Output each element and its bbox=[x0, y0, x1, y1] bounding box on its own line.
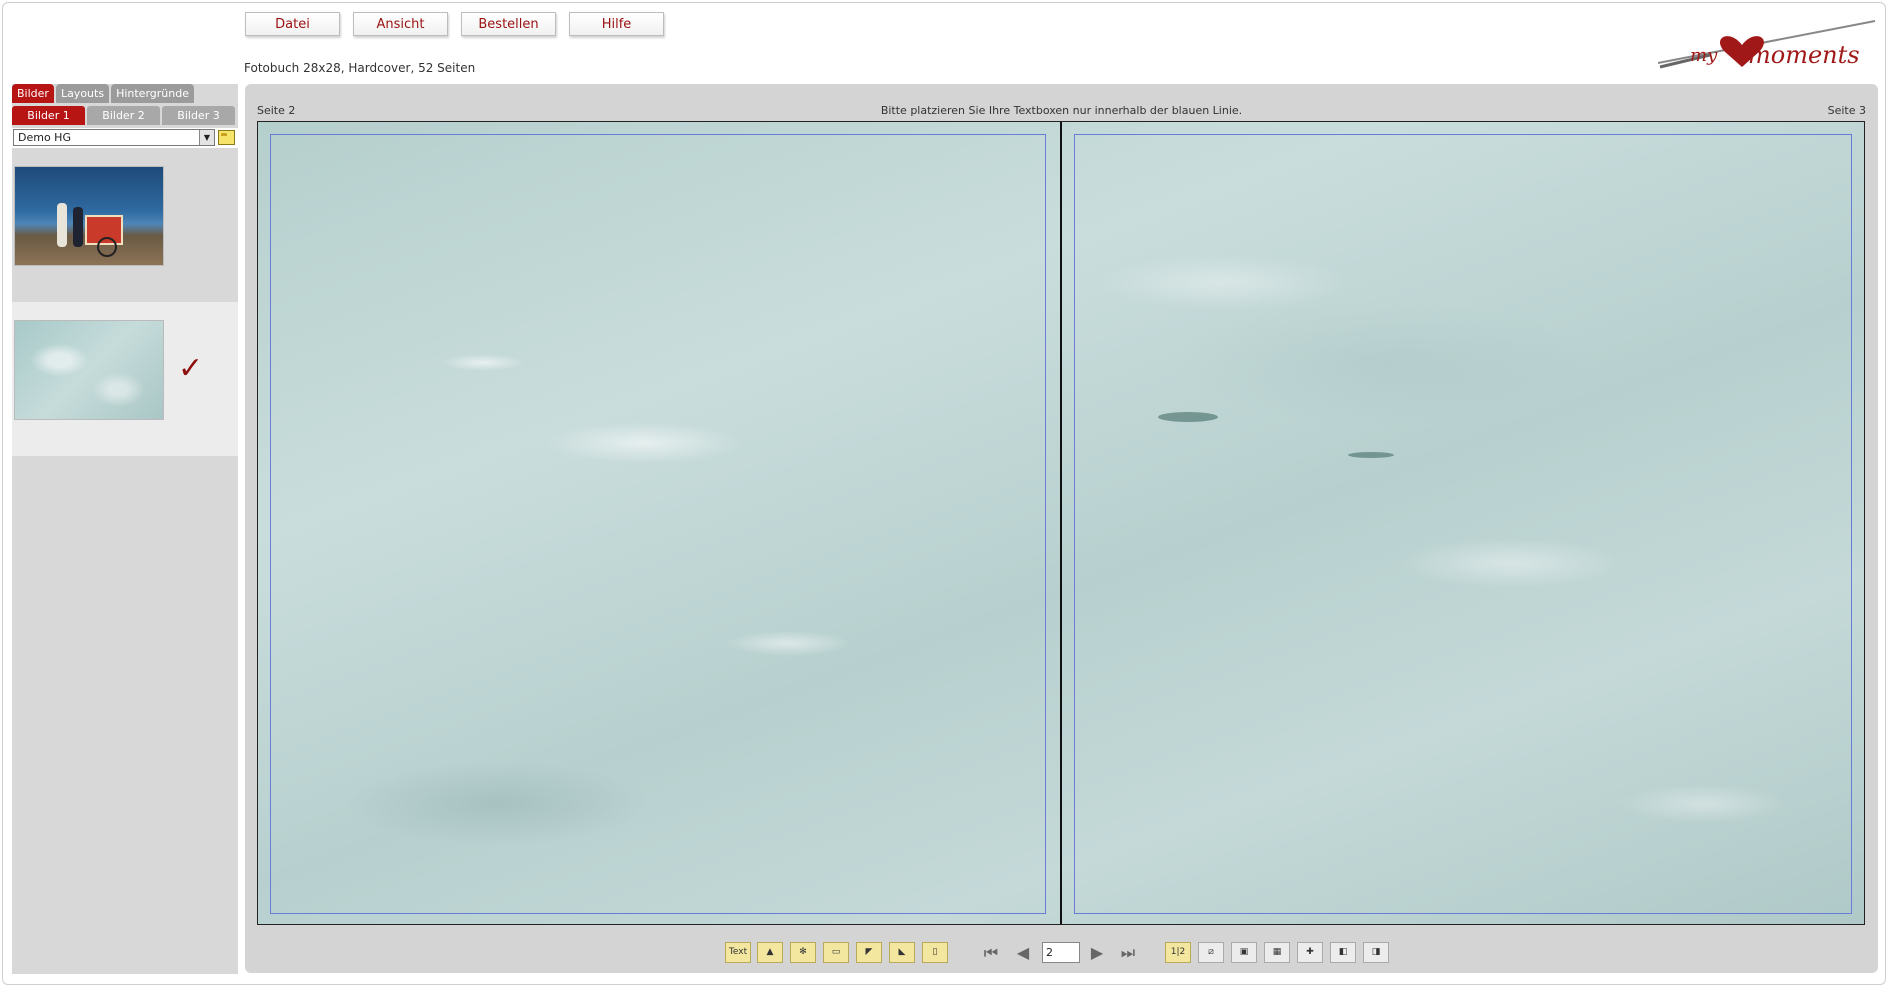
water-shadow bbox=[1348, 452, 1394, 458]
fit-image-icon[interactable]: ▣ bbox=[1231, 942, 1257, 963]
beach-photo-thumbnail[interactable] bbox=[14, 166, 164, 266]
textbox-hint: Bitte platzieren Sie Ihre Textboxen nur … bbox=[880, 104, 1243, 117]
settings-gear-icon[interactable]: ✻ bbox=[790, 942, 816, 963]
tab-hintergruende[interactable]: Hintergründe bbox=[111, 84, 194, 103]
page-view-icon[interactable]: 1|2 bbox=[1165, 942, 1191, 963]
folder-select-row: Demo HG ▼ bbox=[12, 128, 238, 148]
editor-canvas: Seite 2 Bitte platzieren Sie Ihre Textbo… bbox=[245, 84, 1878, 973]
fill-color-icon[interactable]: ◤ bbox=[856, 942, 882, 963]
thumbnail-slot bbox=[12, 148, 238, 302]
align-guides-icon[interactable]: ✚ bbox=[1297, 942, 1323, 963]
menu-ansicht-button[interactable]: Ansicht bbox=[353, 12, 448, 36]
asset-panel: Bilder Layouts Hintergründe Bilder 1 Bil… bbox=[12, 84, 238, 974]
thumbnail-list: ✓ bbox=[12, 148, 238, 456]
subtab-bilder-3[interactable]: Bilder 3 bbox=[162, 106, 235, 125]
right-page-safe-area bbox=[1074, 134, 1852, 914]
book-spine bbox=[1060, 122, 1062, 924]
arrange-layers-icon[interactable]: ▭ bbox=[823, 942, 849, 963]
menu-bestellen-button[interactable]: Bestellen bbox=[461, 12, 556, 36]
top-menu: Datei Ansicht Bestellen Hilfe bbox=[245, 12, 677, 36]
asset-tabs: Bilder Layouts Hintergründe bbox=[12, 84, 196, 103]
right-page-label: Seite 3 bbox=[1827, 104, 1866, 117]
logo-graphic: my moments bbox=[1657, 20, 1876, 69]
left-page-safe-area bbox=[270, 134, 1046, 914]
trash-icon[interactable]: ▯ bbox=[922, 942, 948, 963]
checkmark-icon: ✓ bbox=[178, 351, 204, 386]
logo-prefix-text: my bbox=[1690, 45, 1718, 66]
tab-bilder[interactable]: Bilder bbox=[12, 84, 54, 103]
last-page-icon[interactable]: ⏭ bbox=[1117, 942, 1139, 963]
grid-icon[interactable]: ▦ bbox=[1264, 942, 1290, 963]
water-shadow bbox=[1158, 412, 1218, 422]
editor-toolbar: Text ▲ ✻ ▭ ◤ ◣ ▯ ⏮ ◀ 2 ▶ ⏭ 1|2 ⧄ ▣ ▦ ✚ ◧… bbox=[245, 940, 1878, 966]
image-subtabs: Bilder 1 Bilder 2 Bilder 3 bbox=[12, 106, 237, 125]
folder-select[interactable]: Demo HG ▼ bbox=[13, 129, 215, 146]
first-page-icon[interactable]: ⏮ bbox=[980, 942, 1002, 963]
previous-page-icon[interactable]: ◀ bbox=[1012, 942, 1034, 963]
folder-select-value: Demo HG bbox=[18, 131, 71, 144]
add-image-icon[interactable]: ▲ bbox=[757, 942, 783, 963]
mymoments-logo: my moments bbox=[1650, 15, 1880, 79]
next-page-icon[interactable]: ▶ bbox=[1086, 942, 1108, 963]
add-text-button[interactable]: Text bbox=[725, 942, 751, 963]
water-photo-thumbnail[interactable] bbox=[14, 320, 164, 420]
send-to-back-icon[interactable]: ◨ bbox=[1363, 942, 1389, 963]
subtab-bilder-1[interactable]: Bilder 1 bbox=[12, 106, 85, 125]
page-spread[interactable] bbox=[257, 121, 1865, 925]
no-background-icon[interactable]: ⧄ bbox=[1198, 942, 1224, 963]
page-number-input[interactable]: 2 bbox=[1042, 942, 1080, 963]
bring-to-front-icon[interactable]: ◧ bbox=[1330, 942, 1356, 963]
border-color-icon[interactable]: ◣ bbox=[889, 942, 915, 963]
tab-layouts[interactable]: Layouts bbox=[55, 84, 110, 103]
menu-hilfe-button[interactable]: Hilfe bbox=[569, 12, 664, 36]
product-info: Fotobuch 28x28, Hardcover, 52 Seiten bbox=[244, 61, 476, 75]
logo-main-text: moments bbox=[1748, 41, 1860, 69]
menu-datei-button[interactable]: Datei bbox=[245, 12, 340, 36]
chevron-down-icon[interactable]: ▼ bbox=[199, 130, 214, 145]
subtab-bilder-2[interactable]: Bilder 2 bbox=[87, 106, 160, 125]
thumbnail-slot-selected: ✓ bbox=[12, 302, 238, 456]
folder-open-icon[interactable] bbox=[218, 130, 235, 145]
